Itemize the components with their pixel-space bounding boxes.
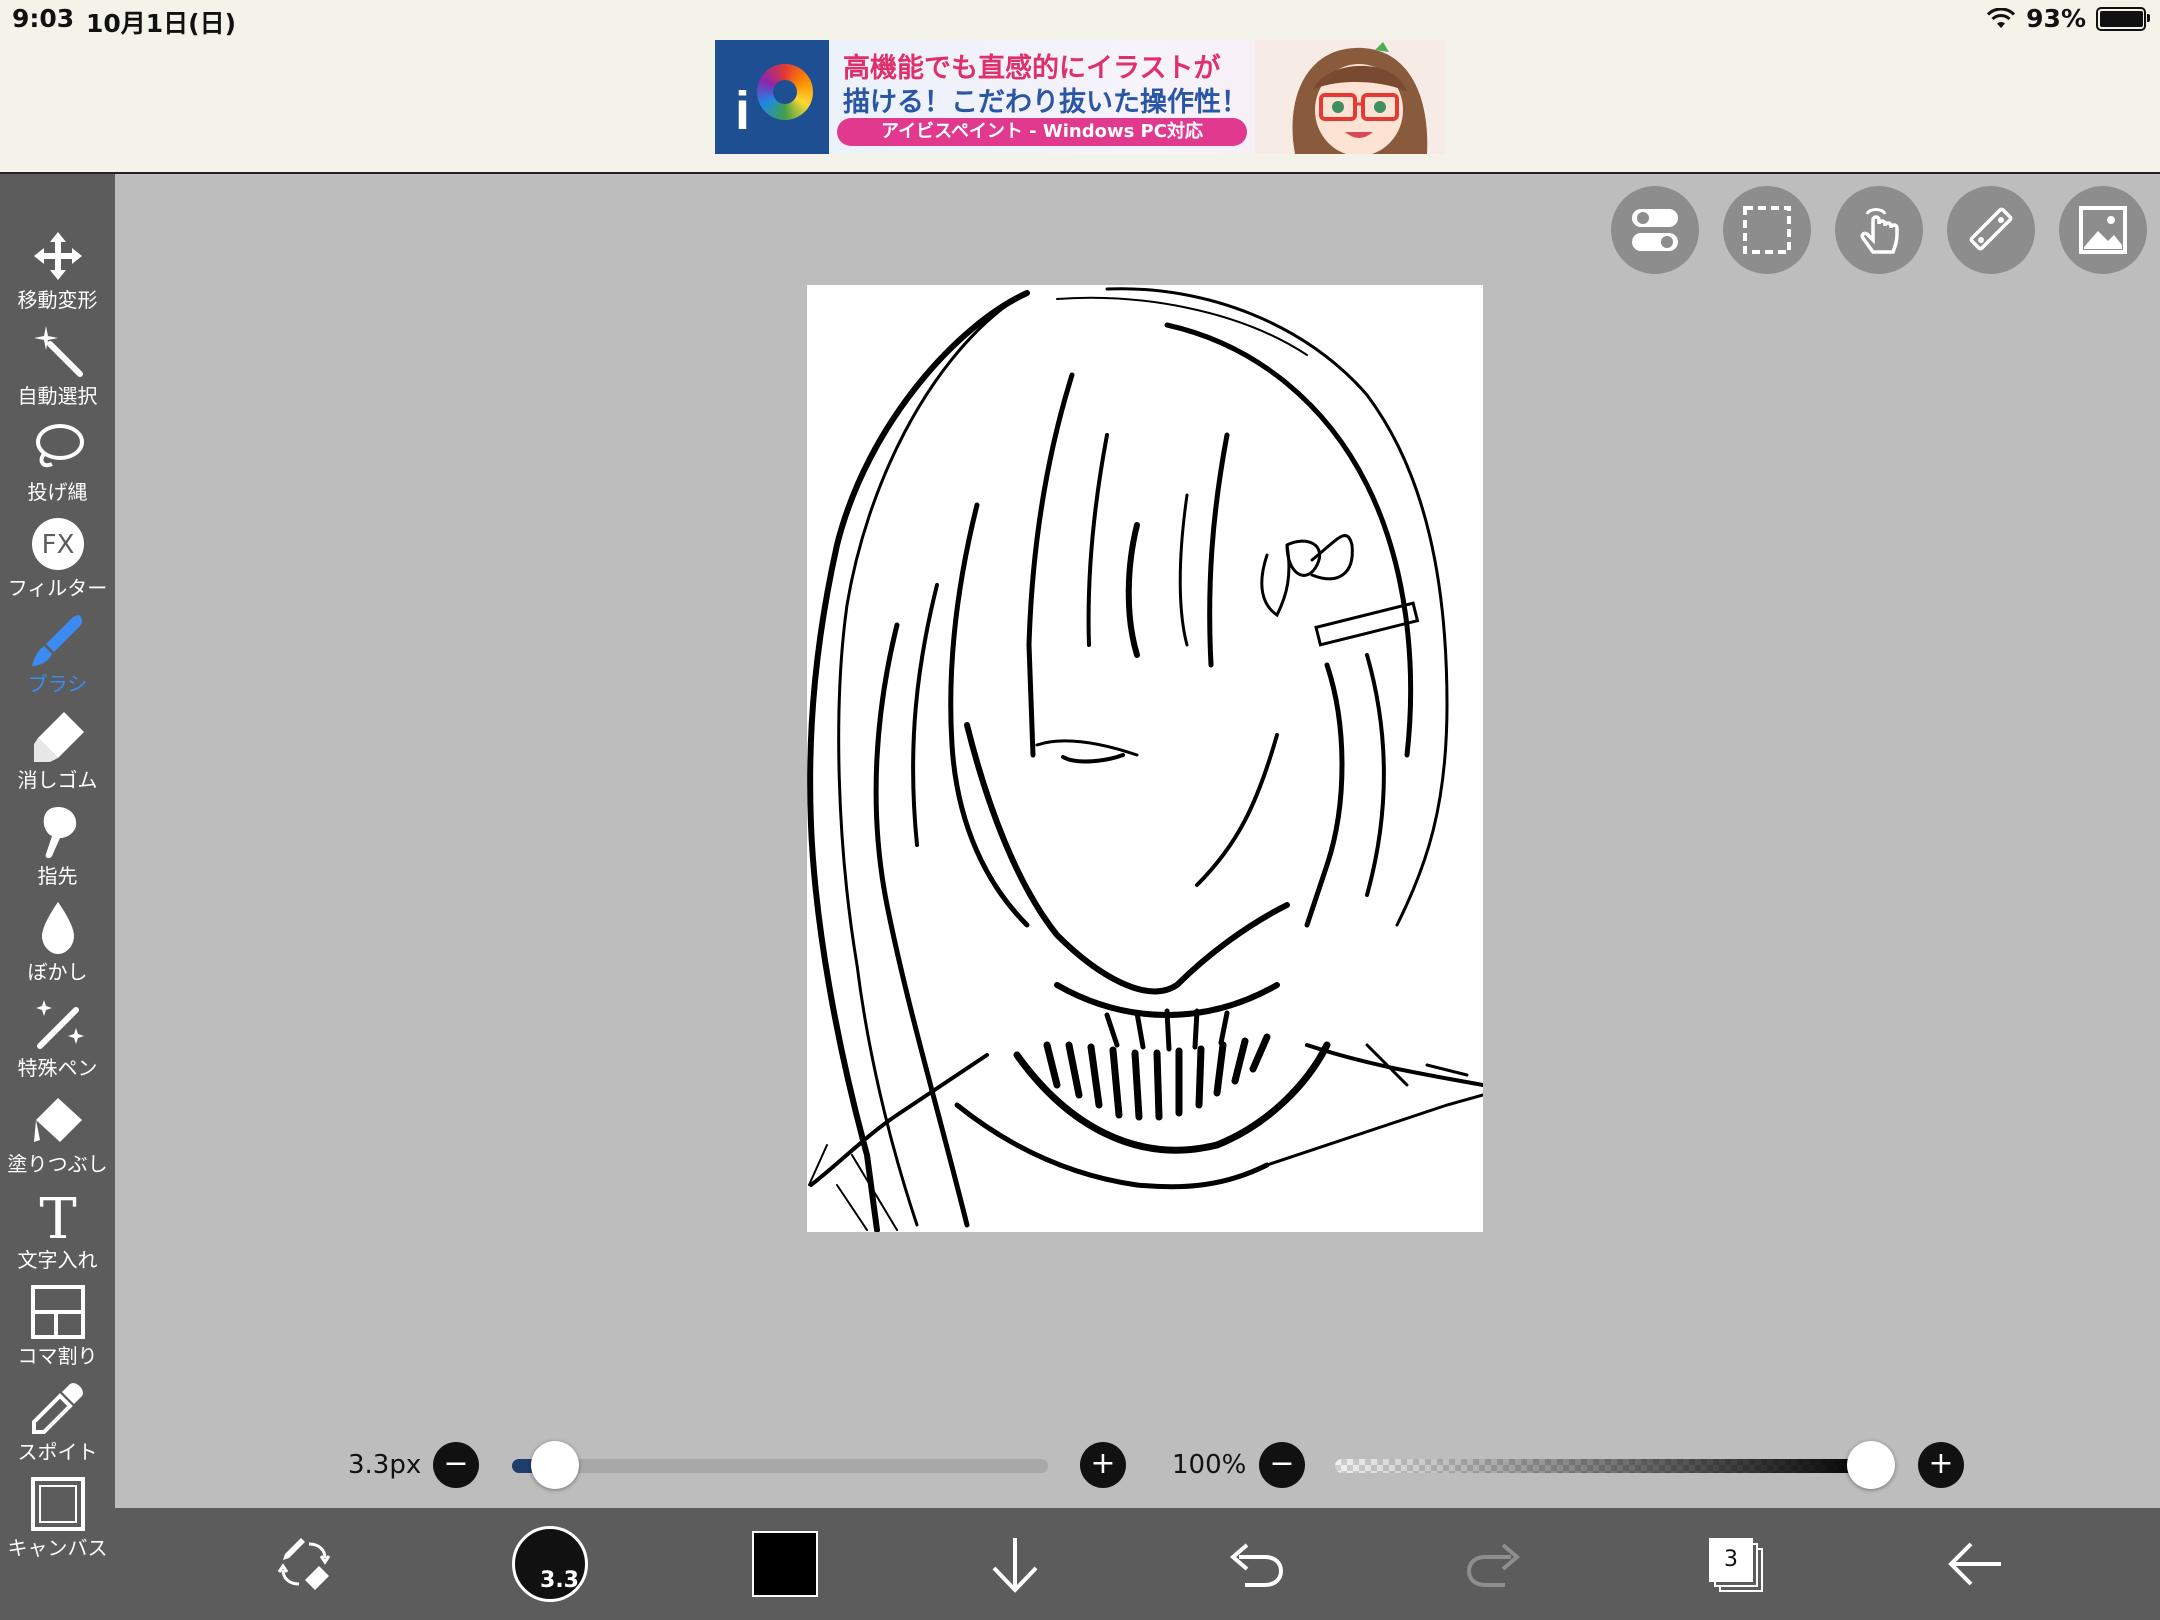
fill-bucket-icon (33, 1098, 82, 1142)
brush-size-thumb[interactable] (530, 1441, 579, 1489)
ruler-button[interactable] (1947, 186, 2035, 274)
swap-brush-eraser-button[interactable] (255, 1508, 355, 1620)
tool-move-transform[interactable]: 移動変形 (0, 228, 115, 324)
drawing-canvas[interactable] (807, 285, 1483, 1232)
back-arrow-icon (1948, 1542, 2001, 1586)
brush-size-decrease-button[interactable]: − (433, 1442, 479, 1488)
toggle-button[interactable] (1611, 186, 1699, 274)
brush-preview-button[interactable]: 3.3 (495, 1508, 605, 1620)
selection-button[interactable] (1723, 186, 1811, 274)
tool-label: コマ割り (17, 1344, 98, 1368)
tool-sidebar: 移動変形 自動選択 投げ縄 FX フィルター ブラシ 消しゴム 指先 ぼかし 特… (0, 174, 115, 1620)
lasso-icon (35, 424, 84, 468)
layers-icon: 3 (1709, 1538, 1763, 1592)
eraser-icon (33, 712, 84, 762)
toggle-icon (1632, 209, 1678, 251)
brush-preview: 3.3 (512, 1526, 588, 1602)
eyedropper-icon (31, 1383, 83, 1434)
opacity-decrease-button[interactable]: − (1259, 1442, 1305, 1488)
tool-label: 指先 (37, 864, 78, 888)
swap-brush-eraser-icon (277, 1538, 331, 1590)
brush-size-label: 3.3px (348, 1450, 422, 1480)
tool-canvas[interactable]: キャンバス (0, 1476, 115, 1572)
brush-preview-value: 3.3 (540, 1568, 579, 1593)
color-picker-button[interactable] (735, 1508, 835, 1620)
tool-label: ぼかし (27, 960, 88, 984)
brush-size-increase-button[interactable]: + (1080, 1442, 1126, 1488)
opacity-slider[interactable] (1335, 1459, 1875, 1473)
tool-label: 特殊ペン (17, 1056, 98, 1080)
status-right: 93% (1986, 4, 2150, 33)
opacity-thumb[interactable] (1847, 1441, 1895, 1489)
tool-eyedropper[interactable]: スポイト (0, 1380, 115, 1476)
wifi-icon (1987, 7, 2016, 28)
touch-icon (1860, 208, 1899, 254)
touch-button[interactable] (1835, 186, 1923, 274)
tool-label: 投げ縄 (27, 480, 88, 504)
tool-frame-divider[interactable]: コマ割り (0, 1284, 115, 1380)
layer-count: 3 (1709, 1538, 1753, 1582)
reference-image-icon (2079, 206, 2127, 254)
brush-icon (31, 615, 82, 666)
redo-button[interactable] (1445, 1508, 1545, 1620)
tool-special-pen[interactable]: 特殊ペン (0, 996, 115, 1092)
tool-label: ブラシ (27, 672, 88, 696)
download-arrow-icon (992, 1538, 1038, 1593)
move-icon (33, 232, 82, 280)
ibispaint-logo: i (715, 40, 829, 154)
ad-subheadline: 描ける！こだわり抜いた操作性！ (843, 87, 1248, 118)
tool-fill[interactable]: 塗りつぶし (0, 1092, 115, 1188)
tool-brush[interactable]: ブラシ (0, 612, 115, 708)
text-icon: T (39, 1188, 76, 1244)
download-button[interactable] (965, 1508, 1065, 1620)
brush-size-slider[interactable] (512, 1459, 1048, 1473)
ad-tagline: アイビスペイント - Windows PC対応 (837, 118, 1247, 146)
blur-drop-icon (41, 902, 74, 954)
tool-label: 移動変形 (17, 288, 98, 312)
battery-percent: 93% (2026, 4, 2086, 33)
tool-filter[interactable]: FX フィルター (0, 516, 115, 612)
tool-blur[interactable]: ぼかし (0, 900, 115, 996)
ruler-icon (1969, 207, 2013, 251)
special-pen-icon (35, 1000, 84, 1049)
tool-label: 自動選択 (17, 384, 98, 408)
undo-button[interactable] (1205, 1508, 1305, 1620)
current-color-swatch (752, 1531, 818, 1597)
fx-icon: FX (31, 518, 84, 570)
layers-button[interactable]: 3 (1685, 1508, 1785, 1620)
tool-label: 文字入れ (17, 1248, 98, 1272)
status-bar: 9:03 10月1日(日) 93% i 高機能でも直感的にイラストが 描ける！こ… (0, 0, 2160, 174)
redo-icon (1466, 1543, 1521, 1587)
tool-text[interactable]: T 文字入れ (0, 1188, 115, 1284)
opacity-label: 100% (1172, 1450, 1247, 1480)
canvas-icon (30, 1477, 85, 1531)
tool-label: 塗りつぶし (7, 1152, 108, 1176)
tool-label: フィルター (7, 576, 108, 600)
tool-auto-select[interactable]: 自動選択 (0, 324, 115, 420)
line-art-sketch (807, 287, 1483, 1232)
bottom-toolbar: 3.3 3 (115, 1508, 2160, 1620)
tool-label: 消しゴム (17, 768, 98, 792)
frame-divider-icon (30, 1285, 85, 1339)
ad-banner[interactable]: i 高機能でも直感的にイラストが 描ける！こだわり抜いた操作性！ アイビスペイン… (715, 40, 1445, 154)
logo-letter: i (735, 81, 751, 141)
tool-label: キャンバス (7, 1536, 108, 1560)
svg-text:FX: FX (41, 530, 74, 560)
undo-icon (1229, 1543, 1284, 1587)
opacity-increase-button[interactable]: + (1918, 1442, 1964, 1488)
finger-icon (43, 806, 76, 859)
tool-label: スポイト (17, 1440, 98, 1464)
tool-eraser[interactable]: 消しゴム (0, 708, 115, 804)
battery-icon (2096, 6, 2150, 31)
selection-icon (1743, 206, 1791, 254)
tool-lasso[interactable]: 投げ縄 (0, 420, 115, 516)
magic-wand-icon (33, 326, 83, 377)
back-button[interactable] (1925, 1508, 2025, 1620)
status-date: 10月1日(日) (86, 9, 237, 38)
tool-smudge[interactable]: 指先 (0, 804, 115, 900)
svg-text:T: T (39, 1188, 76, 1244)
reference-image-button[interactable] (2059, 186, 2147, 274)
status-time: 9:03 (12, 4, 75, 33)
ad-character-illustration (1255, 40, 1445, 154)
